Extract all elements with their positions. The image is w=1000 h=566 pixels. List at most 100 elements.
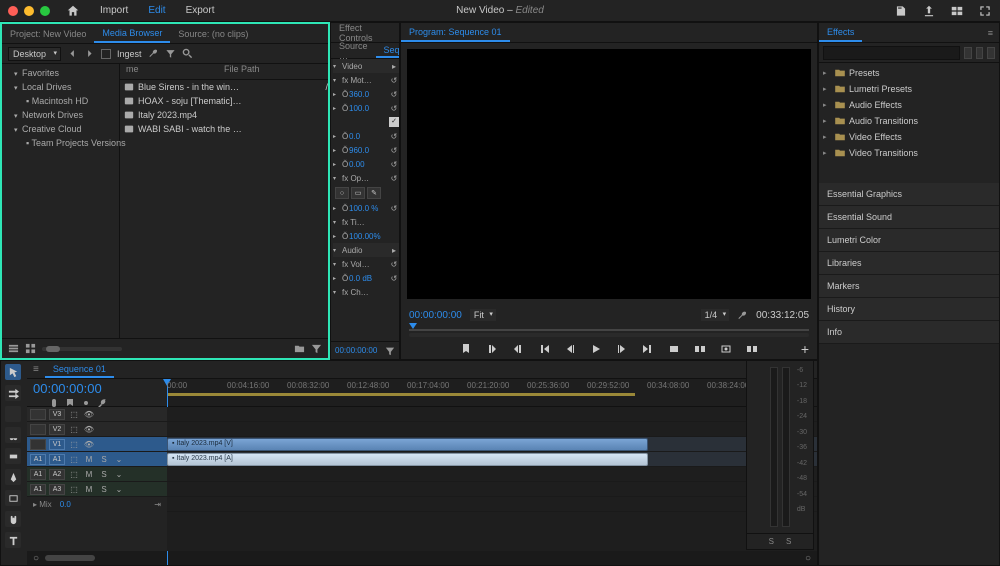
list-item[interactable]: WABI SABI - watch the … [120, 122, 328, 136]
yuv-badge[interactable] [987, 47, 995, 59]
panel-menu-icon[interactable]: ≡ [33, 364, 39, 375]
tab-media-browser[interactable]: Media Browser [94, 24, 170, 43]
workspace-export[interactable]: Export [176, 5, 225, 16]
list-view-icon[interactable] [8, 343, 19, 354]
timeline-ruler[interactable]: 00:0000:04:16:0000:08:32:0000:12:48:0000… [167, 379, 817, 406]
back-icon[interactable] [67, 48, 78, 59]
list-item[interactable]: Italy 2023.mp4 [120, 108, 328, 122]
effects-folder[interactable]: ▸Audio Effects [821, 97, 997, 113]
go-to-in-icon[interactable] [538, 343, 550, 355]
tab-program[interactable]: Program: Sequence 01 [401, 23, 510, 42]
side-panel-libraries[interactable]: Libraries [819, 252, 999, 275]
location-dropdown[interactable]: Desktop [8, 47, 61, 61]
audio-clip[interactable]: ▪ Italy 2023.mp4 [A] [167, 453, 648, 466]
column-name[interactable]: me [120, 64, 220, 79]
list-item[interactable]: Blue Sirens - in the win…/ [120, 80, 328, 94]
extract-icon[interactable] [694, 343, 706, 355]
side-panel-essential-sound[interactable]: Essential Sound [819, 206, 999, 229]
workspace-menu-icon[interactable] [950, 4, 964, 18]
step-back-icon[interactable] [564, 343, 576, 355]
ingest-checkbox[interactable] [101, 49, 111, 59]
audio-track-header[interactable]: A1A2⬚MS⌄ [27, 467, 167, 482]
home-icon[interactable] [66, 4, 80, 18]
step-fwd-icon[interactable] [616, 343, 628, 355]
accel-badge[interactable] [964, 47, 972, 59]
effects-folder[interactable]: ▸Video Transitions [821, 145, 997, 161]
timeline-scrollbar[interactable]: ○ ○ [27, 551, 817, 565]
tab-effect-controls[interactable]: Effect Controls [331, 23, 399, 42]
thumbnail-size-slider[interactable] [42, 347, 122, 351]
tree-local-drives[interactable]: ▾Local Drives [4, 80, 117, 94]
program-timecode-left[interactable]: 00:00:00:00 [409, 310, 462, 321]
thumb-view-icon[interactable] [25, 343, 36, 354]
tab-effects[interactable]: Effects [819, 23, 862, 42]
type-tool[interactable] [5, 532, 21, 548]
32bit-badge[interactable] [976, 47, 984, 59]
tree-favorites[interactable]: ▾Favorites [4, 66, 117, 80]
solo-left[interactable]: S [769, 537, 774, 546]
comparison-icon[interactable] [746, 343, 758, 355]
program-scrubber[interactable] [409, 323, 809, 337]
video-track-header[interactable]: V2⬚👁 [27, 422, 167, 437]
razor-tool[interactable] [5, 427, 21, 443]
side-panel-markers[interactable]: Markers [819, 275, 999, 298]
effect-controls-list[interactable]: ▾Video▸▾fx Mot…↺▸Ŏ360.0↺▸Ŏ100.0↺✓▸Ŏ0.0↺▸… [331, 59, 399, 341]
go-to-out-icon[interactable] [642, 343, 654, 355]
tab-source[interactable]: Source: (no clips) [170, 24, 256, 43]
tab-project[interactable]: Project: New Video [2, 24, 94, 43]
in-point-icon[interactable] [486, 343, 498, 355]
effects-folder[interactable]: ▸Presets [821, 65, 997, 81]
minimize-window[interactable] [24, 6, 34, 16]
workspace-import[interactable]: Import [90, 5, 138, 16]
rectangle-tool[interactable] [5, 490, 21, 506]
tree-team-projects[interactable]: ▪ Team Projects Versions [4, 136, 117, 150]
zoom-fit-dropdown[interactable]: Fit [470, 309, 496, 321]
filter-icon[interactable] [165, 48, 176, 59]
track-select-tool[interactable] [5, 385, 21, 401]
effects-folder[interactable]: ▸Audio Transitions [821, 113, 997, 129]
resolution-dropdown[interactable]: 1/4 [701, 309, 730, 321]
side-panel-lumetri-color[interactable]: Lumetri Color [819, 229, 999, 252]
track-lanes[interactable]: ▪ Italy 2023.mp4 [V] ▪ Italy 2023.mp4 [A… [167, 407, 817, 551]
column-file-path[interactable]: File Path [220, 64, 328, 79]
zoom-window[interactable] [40, 6, 50, 16]
quick-export-icon[interactable] [894, 4, 908, 18]
pen-tool[interactable] [5, 469, 21, 485]
wrench-icon[interactable] [737, 310, 748, 321]
program-view[interactable] [407, 49, 811, 299]
new-folder-icon[interactable] [294, 343, 305, 354]
button-editor-icon[interactable]: + [801, 341, 809, 357]
marker-icon[interactable] [460, 343, 472, 355]
hand-tool[interactable] [5, 511, 21, 527]
workspace-edit[interactable]: Edit [138, 5, 175, 16]
effects-search-input[interactable] [823, 46, 960, 60]
fullscreen-icon[interactable] [978, 4, 992, 18]
video-track-header[interactable]: V3⬚👁 [27, 407, 167, 422]
out-point-icon[interactable] [512, 343, 524, 355]
audio-track-header[interactable]: A1A3⬚MS⌄ [27, 482, 167, 497]
close-window[interactable] [8, 6, 18, 16]
tab-sequence[interactable]: Sequence 01 [45, 361, 114, 378]
filter-icon[interactable] [385, 346, 395, 356]
lift-icon[interactable] [668, 343, 680, 355]
wrench-icon[interactable] [148, 48, 159, 59]
side-panel-history[interactable]: History [819, 298, 999, 321]
tree-creative-cloud[interactable]: ▾Creative Cloud [4, 122, 117, 136]
audio-track-header[interactable]: A1A1⬚MS⌄ [27, 452, 167, 467]
tab-sequence-trunc[interactable]: Seq… [376, 43, 400, 58]
side-panel-essential-graphics[interactable]: Essential Graphics [819, 183, 999, 206]
selection-tool[interactable] [5, 364, 21, 380]
ripple-edit-tool[interactable] [5, 406, 21, 422]
slip-tool[interactable] [5, 448, 21, 464]
tree-network-drives[interactable]: ▾Network Drives [4, 108, 117, 122]
timeline-timecode[interactable]: 00:00:00:00 [33, 381, 161, 396]
export-frame-icon[interactable] [720, 343, 732, 355]
side-panel-info[interactable]: Info [819, 321, 999, 344]
tree-macintosh-hd[interactable]: ▪ Macintosh HD [4, 94, 117, 108]
effects-folder[interactable]: ▸Video Effects [821, 129, 997, 145]
video-track-header[interactable]: V1⬚👁 [27, 437, 167, 452]
forward-icon[interactable] [84, 48, 95, 59]
share-icon[interactable] [922, 4, 936, 18]
solo-right[interactable]: S [786, 537, 791, 546]
video-clip[interactable]: ▪ Italy 2023.mp4 [V] [167, 438, 648, 451]
